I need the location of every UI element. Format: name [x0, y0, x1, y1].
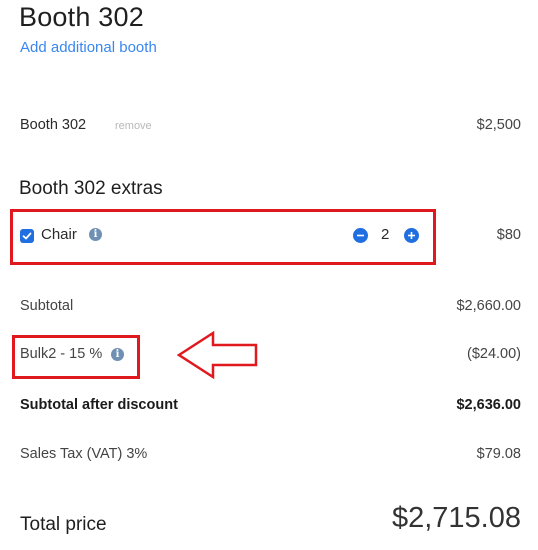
minus-icon [357, 234, 364, 237]
chair-checkbox[interactable] [20, 229, 34, 243]
quantity-increase-button[interactable] [404, 228, 419, 243]
total-value: $2,715.08 [391, 502, 521, 534]
chair-label: Chair [41, 226, 77, 243]
chair-quantity[interactable]: 2 [381, 226, 389, 243]
subtotal-label: Subtotal [20, 298, 74, 314]
discount-label: Bulk2 - 15 % [20, 346, 103, 362]
plus-icon [408, 232, 415, 239]
info-icon[interactable]: i [111, 348, 124, 361]
tax-value: $79.08 [476, 446, 521, 462]
discount-value: ($24.00) [466, 346, 521, 362]
add-booth-link[interactable]: Add additional booth [20, 39, 157, 56]
chair-price: $80 [496, 227, 521, 243]
left-arrow-outline-icon [177, 330, 258, 380]
subtotal-after-discount-label: Subtotal after discount [20, 397, 178, 413]
total-label: Total price [20, 514, 107, 535]
subtotal-after-discount-value: $2,636.00 [456, 397, 521, 413]
booth-row-label: Booth 302 [20, 117, 87, 133]
quantity-decrease-button[interactable] [353, 228, 368, 243]
tax-label: Sales Tax (VAT) 3% [20, 446, 148, 462]
check-icon [22, 232, 32, 240]
subtotal-value: $2,660.00 [456, 298, 521, 314]
page-title: Booth 302 [19, 2, 144, 32]
remove-booth-link[interactable]: remove [115, 120, 152, 132]
booth-row-price: $2,500 [476, 117, 521, 133]
extras-title: Booth 302 extras [19, 178, 163, 199]
info-icon[interactable]: i [89, 228, 102, 241]
